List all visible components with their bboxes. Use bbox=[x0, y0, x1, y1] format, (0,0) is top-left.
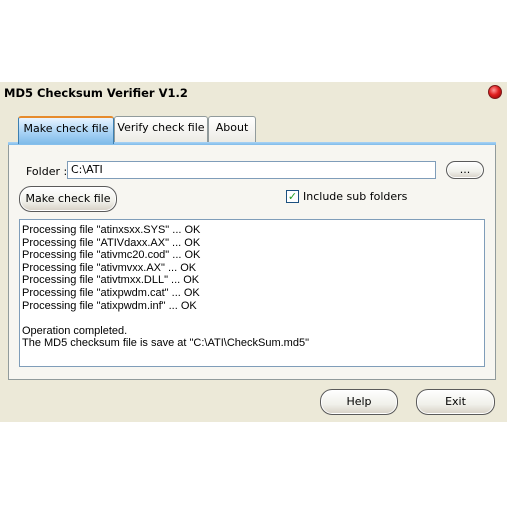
include-sub-folders-checkbox[interactable]: ✓ bbox=[286, 190, 299, 203]
log-line: Processing file "atinxsxx.SYS" ... OK bbox=[22, 224, 201, 236]
help-button-label: Help bbox=[346, 395, 372, 408]
tab-verify-check-file[interactable]: Verify check file bbox=[114, 116, 208, 142]
check-mark-icon: ✓ bbox=[287, 190, 298, 203]
make-check-file-button[interactable]: Make check file bbox=[19, 186, 117, 212]
log-output[interactable]: Processing file "atinxsxx.SYS" ... OK Pr… bbox=[19, 219, 485, 367]
close-icon[interactable] bbox=[488, 85, 502, 99]
log-line: The MD5 checksum file is save at "C:\ATI… bbox=[22, 337, 309, 350]
log-line: Operation completed. bbox=[22, 324, 128, 337]
exit-button-label: Exit bbox=[445, 395, 466, 408]
tab-label: About bbox=[215, 121, 249, 134]
help-button[interactable]: Help bbox=[320, 389, 398, 415]
browse-button-label: ... bbox=[459, 163, 471, 176]
window-title: MD5 Checksum Verifier V1.2 bbox=[4, 86, 188, 100]
log-line: Processing file "ativtmxx.DLL" ... OK bbox=[22, 274, 200, 287]
tab-about[interactable]: About bbox=[208, 116, 256, 142]
browse-button[interactable]: ... bbox=[446, 161, 484, 179]
folder-value: C:\ATI bbox=[71, 163, 103, 176]
log-line: Processing file "ativmc20.cod" ... OK bbox=[22, 249, 201, 262]
log-line: Processing file "atixpwdm.cat" ... OK bbox=[22, 286, 200, 299]
log-line: Processing file "ativmvxx.AX" ... OK bbox=[22, 261, 197, 274]
exit-button[interactable]: Exit bbox=[416, 389, 495, 415]
log-line: Processing file "ATIVdaxx.AX" ... OK bbox=[22, 236, 201, 249]
folder-label: Folder : bbox=[26, 165, 68, 178]
tab-label: Verify check file bbox=[117, 121, 205, 134]
include-sub-folders-label: Include sub folders bbox=[303, 190, 408, 203]
main-window: MD5 Checksum Verifier V1.2 Make check fi… bbox=[0, 82, 507, 422]
tab-label: Make check file bbox=[23, 122, 109, 135]
tab-panel-make-check-file: Folder : C:\ATI ... Make check file ✓ In… bbox=[8, 142, 496, 380]
log-line-blank bbox=[22, 312, 482, 325]
title-bar[interactable]: MD5 Checksum Verifier V1.2 bbox=[0, 82, 507, 104]
tab-make-check-file[interactable]: Make check file bbox=[18, 116, 114, 144]
log-line: Processing file "atixpwdm.inf" ... OK bbox=[22, 299, 197, 312]
folder-input[interactable]: C:\ATI bbox=[67, 161, 436, 179]
make-check-file-button-label: Make check file bbox=[25, 192, 111, 205]
